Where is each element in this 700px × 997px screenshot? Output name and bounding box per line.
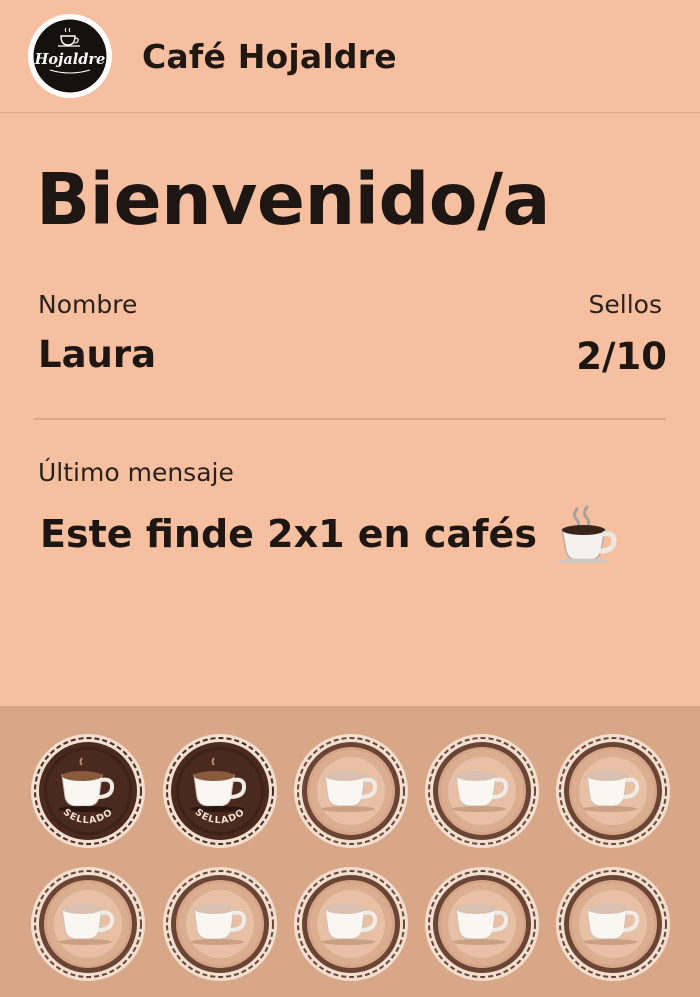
- coffee-cup-stamp-icon: SELLADO: [31, 734, 145, 848]
- coffee-cup-stamp-icon: [163, 867, 277, 981]
- last-message-text: Este finde 2x1 en cafés: [40, 512, 537, 556]
- stamp-empty: [293, 866, 409, 982]
- coffee-cup-stamp-icon: [294, 734, 408, 848]
- stamp-filled: SELLADO: [30, 733, 146, 849]
- last-message-label: Último mensaje: [38, 458, 234, 487]
- last-message: Este finde 2x1 en cafés: [40, 505, 619, 564]
- stamp-filled: SELLADO: [162, 733, 278, 849]
- coffee-cup-stamp-icon: [556, 734, 670, 848]
- stamp-empty: [162, 866, 278, 982]
- coffee-cup-stamp-icon: [31, 867, 145, 981]
- coffee-cup-stamp-icon: [425, 734, 539, 848]
- stamp-empty: [30, 866, 146, 982]
- stamp-empty: [424, 733, 540, 849]
- divider: [34, 418, 666, 420]
- stamps-label: Sellos: [588, 290, 662, 319]
- store-logo: Hojaldre: [28, 14, 112, 98]
- name-label: Nombre: [38, 290, 138, 319]
- hojaldre-logo-icon: Hojaldre: [30, 16, 110, 96]
- hot-coffee-icon: [553, 505, 619, 564]
- coffee-cup-stamp-icon: [294, 867, 408, 981]
- stamp-empty: [424, 866, 540, 982]
- welcome-title: Bienvenido/a: [36, 158, 550, 241]
- loyalty-card: Hojaldre Café Hojaldre Bienvenido/a Nomb…: [0, 0, 700, 997]
- logo-text: Hojaldre: [34, 51, 106, 68]
- stamp-empty: [555, 733, 671, 849]
- stamp-empty: [293, 733, 409, 849]
- stamps-count: 2/10: [576, 335, 667, 378]
- stamp-empty: [555, 866, 671, 982]
- coffee-cup-stamp-icon: SELLADO: [163, 734, 277, 848]
- name-value: Laura: [38, 333, 157, 376]
- coffee-cup-stamp-icon: [425, 867, 539, 981]
- store-name: Café Hojaldre: [142, 36, 397, 76]
- card-header: Hojaldre Café Hojaldre: [0, 0, 700, 113]
- stamps-grid: SELLADO SELLADO: [0, 706, 700, 997]
- coffee-cup-stamp-icon: [556, 867, 670, 981]
